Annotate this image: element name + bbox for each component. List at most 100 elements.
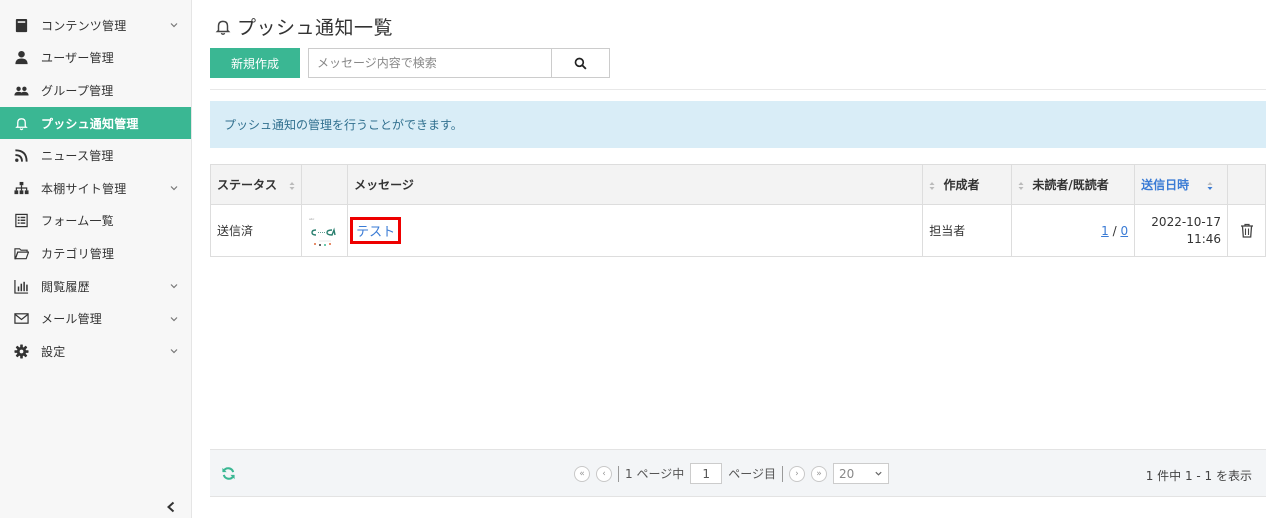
chevron-down-icon	[170, 284, 178, 289]
bell-icon	[12, 114, 30, 132]
column-header-status[interactable]: ステータス	[209, 164, 303, 205]
sidebar-item-news[interactable]: ニュース管理	[0, 139, 191, 172]
column-header-thumbnail	[301, 164, 349, 205]
table-row: 送信済 abc テスト 担当者 1 / 0 2022-10-17 11:46	[209, 204, 1266, 257]
sent-at-cell: 2022-10-17 11:46	[1134, 204, 1229, 257]
bell-icon	[215, 20, 231, 35]
page-header: プッシュ通知一覧	[214, 13, 393, 40]
sidebar-item-content[interactable]: コンテンツ管理	[0, 9, 191, 42]
unread-read-cell: 1 / 0	[1011, 204, 1136, 257]
per-page-select[interactable]: 20	[832, 463, 889, 484]
chevron-down-icon	[875, 471, 882, 476]
prev-page-button[interactable]: ‹	[596, 465, 612, 482]
sidebar-item-label: フォーム一覧	[41, 214, 114, 229]
sidebar-item-groups[interactable]: グループ管理	[0, 74, 191, 107]
sidebar: コンテンツ管理 ユーザー管理 グループ管理 プッシュ通知管理 ニュース管理 本棚…	[0, 0, 192, 518]
users-icon	[12, 81, 30, 99]
sidebar-item-users[interactable]: ユーザー管理	[0, 42, 191, 75]
envelope-icon	[12, 310, 30, 328]
thumbnail-cell: abc	[301, 204, 349, 257]
chevron-left-icon: ‹	[602, 468, 606, 479]
sitemap-icon	[12, 179, 30, 197]
page-count-label: 1 ページ中	[625, 467, 685, 481]
refresh-icon[interactable]	[221, 466, 236, 481]
column-header-label: 未読者/既読者	[1032, 178, 1109, 192]
table-header-row: ステータス メッセージ 作成者 未読者/既読者 送信日時	[209, 164, 1266, 205]
message-cell: テスト	[347, 204, 924, 257]
page-title: プッシュ通知一覧	[237, 17, 394, 39]
actions-cell	[1227, 204, 1266, 257]
column-header-message[interactable]: メッセージ	[347, 164, 924, 205]
sort-icon	[929, 181, 935, 190]
info-message: プッシュ通知の管理を行うことができます。	[210, 101, 1266, 148]
sidebar-item-category[interactable]: カテゴリ管理	[0, 237, 191, 270]
sidebar-item-label: 本棚サイト管理	[41, 181, 127, 196]
sidebar-item-settings[interactable]: 設定	[0, 335, 191, 368]
push-notification-table: ステータス メッセージ 作成者 未読者/既読者 送信日時 送信済 abc テスト…	[209, 164, 1266, 257]
sidebar-item-mail[interactable]: メール管理	[0, 302, 191, 335]
last-page-button[interactable]: »	[810, 465, 827, 482]
search-button[interactable]	[552, 48, 610, 78]
search-input[interactable]	[308, 48, 552, 78]
gear-icon	[12, 342, 30, 360]
search-icon	[574, 57, 587, 70]
column-header-label: ステータス	[217, 178, 278, 192]
page-number-input[interactable]	[690, 463, 723, 484]
sort-desc-icon	[1207, 181, 1213, 190]
sidebar-item-bookshelf[interactable]: 本棚サイト管理	[0, 172, 191, 205]
toolbar: 新規作成	[210, 48, 610, 78]
sidebar-item-label: ユーザー管理	[41, 51, 114, 66]
column-header-label: 送信日時	[1141, 178, 1190, 192]
chevron-down-icon	[170, 349, 178, 354]
column-header-sent-at[interactable]: 送信日時	[1134, 164, 1229, 205]
trash-icon[interactable]	[1240, 223, 1254, 238]
per-page-value: 20	[838, 466, 855, 481]
sort-icon	[1018, 181, 1024, 190]
column-header-unread-read[interactable]: 未読者/既読者	[1011, 164, 1136, 205]
new-button[interactable]: 新規作成	[210, 48, 300, 78]
sidebar-item-label: グループ管理	[41, 83, 114, 98]
column-header-author[interactable]: 作成者	[922, 164, 1013, 205]
unread-count-link[interactable]: 1	[1101, 224, 1109, 238]
column-header-label: メッセージ	[354, 178, 414, 192]
sidebar-item-label: 設定	[41, 344, 66, 359]
double-chevron-left-icon: «	[579, 468, 585, 479]
sidebar-item-label: メール管理	[41, 312, 103, 327]
collapse-sidebar-icon[interactable]	[165, 500, 177, 514]
sort-icon	[289, 181, 295, 190]
message-link[interactable]: テスト	[350, 217, 402, 244]
next-page-button[interactable]: ›	[788, 465, 805, 482]
sidebar-item-forms[interactable]: フォーム一覧	[0, 205, 191, 238]
sidebar-item-label: プッシュ通知管理	[41, 116, 139, 131]
author-cell: 担当者	[922, 204, 1013, 257]
chevron-down-icon	[170, 23, 178, 28]
pager-separator	[781, 465, 783, 482]
chevron-right-icon: ›	[795, 468, 799, 479]
pagination-bar: « ‹ 1 ページ中 ページ目 › » 20 1 件中 1 - 1 を表示	[210, 449, 1266, 497]
pager: « ‹ 1 ページ中 ページ目 › » 20	[574, 463, 889, 484]
sidebar-nav: コンテンツ管理 ユーザー管理 グループ管理 プッシュ通知管理 ニュース管理 本棚…	[0, 0, 191, 368]
double-chevron-right-icon: »	[816, 468, 822, 479]
bar-chart-icon	[12, 277, 30, 295]
sidebar-item-label: ニュース管理	[41, 149, 114, 164]
page-suffix-label: ページ目	[728, 467, 776, 481]
sidebar-item-label: 閲覧履歴	[41, 279, 90, 294]
sidebar-item-push[interactable]: プッシュ通知管理	[0, 106, 191, 140]
sidebar-item-label: コンテンツ管理	[41, 18, 127, 33]
sidebar-item-label: カテゴリ管理	[41, 246, 115, 261]
first-page-button[interactable]: «	[574, 465, 590, 482]
book-icon	[12, 16, 30, 34]
rss-icon	[12, 147, 30, 165]
thumbnail-image: abc	[306, 212, 343, 249]
chevron-down-icon	[170, 316, 178, 321]
svg-text:abc: abc	[309, 217, 315, 221]
chevron-down-icon	[170, 186, 178, 191]
info-text: プッシュ通知の管理を行うことができます。	[224, 118, 463, 132]
slash-separator: /	[1112, 223, 1117, 238]
column-header-actions	[1227, 164, 1266, 205]
record-summary: 1 件中 1 - 1 を表示	[1145, 469, 1252, 483]
sidebar-item-history[interactable]: 閲覧履歴	[0, 270, 191, 303]
sent-date: 2022-10-17	[1151, 214, 1222, 229]
read-count-link[interactable]: 0	[1120, 224, 1128, 238]
pager-separator	[618, 465, 619, 482]
